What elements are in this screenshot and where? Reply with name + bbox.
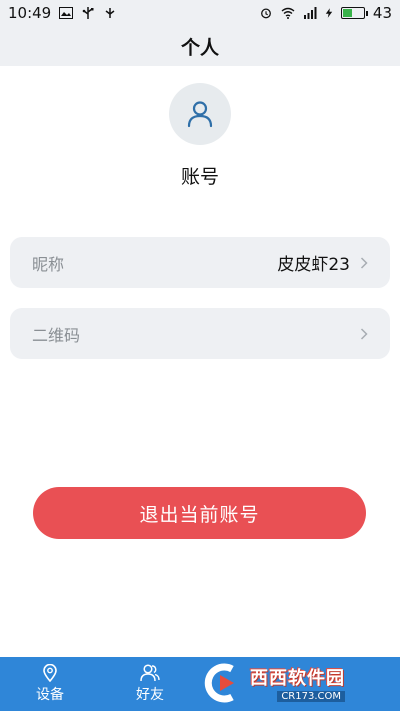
battery-icon <box>340 7 368 19</box>
friends-icon <box>140 664 160 682</box>
tab-devices-label: 设备 <box>36 687 64 703</box>
nickname-label: 昵称 <box>32 254 65 274</box>
nickname-value: 皮皮虾23 <box>277 255 350 275</box>
image-icon <box>59 7 74 19</box>
nickname-row[interactable]: 昵称 皮皮虾23 <box>10 237 390 288</box>
battery-level: 43 <box>372 4 392 22</box>
usb-icon <box>82 7 94 19</box>
status-bar: 10:49 43 <box>0 0 400 26</box>
signal-icon <box>303 7 317 19</box>
charging-icon <box>325 8 333 18</box>
watermark: 西西软件园 CR173.COM <box>200 660 390 706</box>
location-pin-icon <box>43 664 57 682</box>
account-label: 账号 <box>180 166 219 188</box>
status-time: 10:49 <box>8 4 52 22</box>
logout-button[interactable]: 退出当前账号 <box>33 487 366 539</box>
user-icon <box>187 101 213 128</box>
page-title: 个人 <box>180 36 219 59</box>
debug-icon <box>105 8 115 18</box>
qr-code-row[interactable]: 二维码 <box>10 308 390 359</box>
tab-friends[interactable]: 好友 <box>100 657 200 711</box>
tab-friends-label: 好友 <box>136 687 164 703</box>
watermark-url: CR173.COM <box>277 691 345 702</box>
chevron-right-icon <box>360 327 368 340</box>
avatar[interactable] <box>169 83 231 145</box>
chevron-right-icon <box>360 256 368 269</box>
watermark-text: 西西软件园 <box>250 668 345 689</box>
watermark-logo-icon <box>204 663 234 703</box>
title-bar: 个人 <box>0 26 400 66</box>
tab-devices[interactable]: 设备 <box>0 657 100 711</box>
qr-code-label: 二维码 <box>32 325 81 345</box>
wifi-icon <box>281 7 295 19</box>
alarm-icon <box>260 8 271 19</box>
